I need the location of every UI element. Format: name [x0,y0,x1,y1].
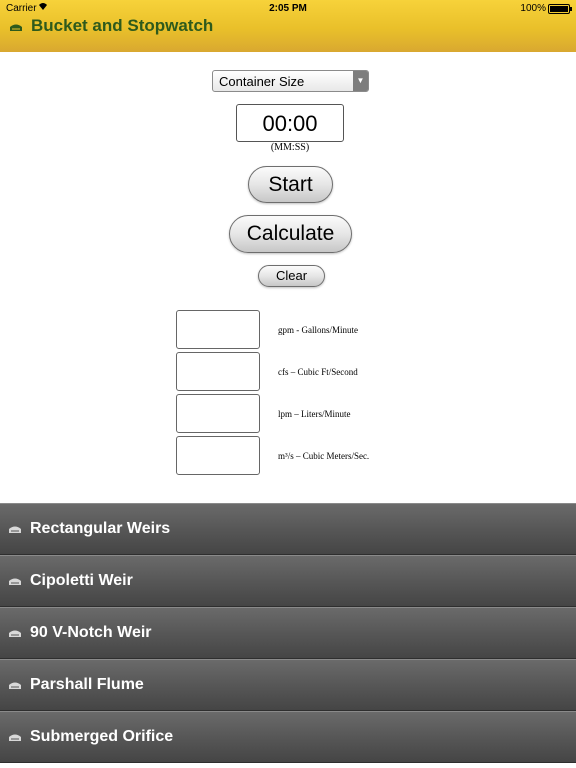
menu-item-parshall-flume[interactable]: Parshall Flume [0,659,576,711]
flow-meter-icon [9,734,21,741]
menu-item-label: Parshall Flume [30,676,144,693]
menu-item-label: Rectangular Weirs [30,520,171,537]
calculator-menu: Rectangular Weirs Cipoletti Weir 90 V-No… [0,503,576,763]
container-size-value: Container Size [219,74,305,89]
menu-item-label: Cipoletti Weir [30,572,133,589]
page-title: Bucket and Stopwatch [31,16,214,35]
cms-result-field[interactable] [176,436,260,475]
gpm-result-field[interactable] [176,310,260,349]
stopwatch-display: 00:00 [236,104,344,142]
cfs-unit-label: cfs – Cubic Ft/Second [278,367,358,377]
dropdown-arrow-icon: ▼ [353,71,368,91]
cfs-result-field[interactable] [176,352,260,391]
flow-meter-icon [9,578,21,585]
clear-button[interactable]: Clear [258,265,325,287]
flow-meter-icon [9,526,21,533]
menu-item-v-notch-weir[interactable]: 90 V-Notch Weir [0,607,576,659]
lpm-result-field[interactable] [176,394,260,433]
status-time: 2:05 PM [269,3,307,14]
menu-item-label: 90 V-Notch Weir [30,624,152,641]
lpm-unit-label: lpm – Liters/Minute [278,409,351,419]
cms-unit-label: m³/s – Cubic Meters/Sec. [278,451,370,461]
start-button[interactable]: Start [248,166,333,203]
status-bar: Carrier 2:05 PM 100% [0,0,576,16]
battery-percent: 100% [520,3,546,14]
menu-item-rectangular-weirs[interactable]: Rectangular Weirs [0,503,576,555]
flow-meter-icon [10,24,22,31]
menu-item-label: Submerged Orifice [30,728,174,745]
menu-item-submerged-orifice[interactable]: Submerged Orifice [0,711,576,763]
battery-icon [548,4,572,14]
calculate-button[interactable]: Calculate [229,215,352,253]
flow-meter-icon [9,630,21,637]
container-size-select[interactable]: Container Size ▼ [212,70,369,92]
gpm-unit-label: gpm - Gallons/Minute [278,325,358,335]
menu-item-cipoletti-weir[interactable]: Cipoletti Weir [0,555,576,607]
flow-meter-icon [9,682,21,689]
stopwatch-format-hint: (MM:SS) [270,142,310,153]
